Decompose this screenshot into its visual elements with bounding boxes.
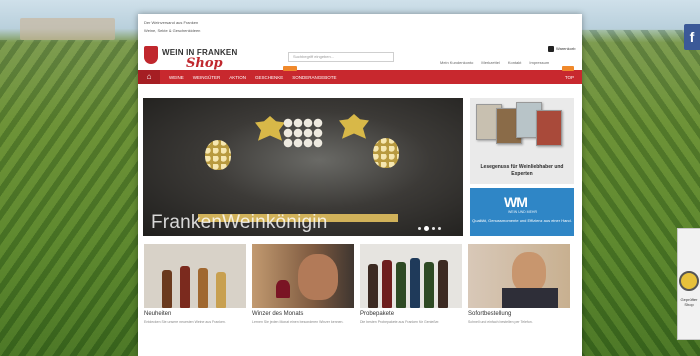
- trust-seal-widget[interactable]: Geprüfter Shop: [677, 228, 700, 340]
- tile-desc: Die besten Probepakete aus Franken für G…: [360, 320, 440, 324]
- tile-news[interactable]: [144, 244, 246, 308]
- grape-cluster: [373, 138, 399, 168]
- tile-title[interactable]: Sofortbestellung: [468, 311, 511, 317]
- nav-item-gifts[interactable]: GESCHENKE: [255, 75, 283, 80]
- wine-glass: [276, 280, 290, 298]
- nav-item-offers[interactable]: SONDERANGEBOTE: [292, 75, 336, 80]
- wine-bottle: [180, 266, 190, 308]
- tile-title[interactable]: Neuheiten: [144, 311, 171, 317]
- nav-badge-right: [562, 66, 574, 71]
- vineyard-left: [0, 40, 140, 356]
- cart-icon[interactable]: [548, 46, 554, 52]
- link-account[interactable]: Mein Kundenkonto: [440, 60, 473, 65]
- slider-dot[interactable]: [418, 227, 421, 230]
- tile-title[interactable]: Probepakete: [360, 311, 394, 317]
- crest-icon: [144, 46, 158, 64]
- wine-bottle: [396, 262, 406, 308]
- wine-bottle: [438, 260, 448, 308]
- magazine-caption: Lesegenuss für Weinliebhaber und Experte…: [480, 164, 564, 177]
- wm-text: Qualität, Genussmomente und Effizienz au…: [472, 218, 572, 223]
- slider-dot[interactable]: [438, 227, 441, 230]
- magazine-cover: [536, 110, 562, 146]
- wm-ad[interactable]: WM WEIN UND MEHR Qualität, Genussmomente…: [470, 188, 574, 236]
- winemaker-photo: [298, 254, 338, 300]
- cart-label[interactable]: Warenkorb: [556, 46, 575, 51]
- wine-bottle: [216, 272, 226, 308]
- wine-bottle: [424, 262, 434, 308]
- slider-dot-active[interactable]: [424, 226, 429, 231]
- top-tagline: Der Weinversand aus Franken: [144, 20, 199, 25]
- tile-title[interactable]: Winzer des Monats: [252, 311, 303, 317]
- link-imprint[interactable]: Impressum: [529, 60, 549, 65]
- facebook-icon[interactable]: f: [684, 24, 700, 50]
- nav-badge: [283, 66, 297, 71]
- logo-script: Shop: [186, 56, 223, 71]
- nav-item-wineries[interactable]: WEINGÜTER: [193, 75, 221, 80]
- search-input[interactable]: Suchbegriff eingeben...: [288, 52, 394, 62]
- magazine-ad[interactable]: Lesegenuss für Weinliebhaber und Experte…: [470, 98, 574, 184]
- top-subtagline: Weine, Sekte & Geschenkideen: [144, 28, 201, 33]
- tile-desc: Entdecken Sie unsere neuesten Weine aus …: [144, 320, 226, 324]
- wine-bottle: [198, 268, 208, 308]
- wm-logo: WM: [504, 194, 528, 210]
- wine-bottle: [410, 258, 420, 308]
- wine-bottle: [382, 260, 392, 308]
- customer-suit: [502, 288, 558, 308]
- home-icon[interactable]: ⌂: [138, 70, 160, 84]
- slider-dots[interactable]: [418, 226, 441, 231]
- nav-item-wines[interactable]: WEINE: [169, 75, 184, 80]
- nav-item-top[interactable]: TOP: [565, 75, 574, 80]
- wm-subtitle: WEIN UND MEHR: [508, 210, 537, 214]
- seal-icon: [679, 271, 699, 291]
- shop-page: Der Weinversand aus Franken Weine, Sekte…: [138, 14, 582, 356]
- tile-sample-packs[interactable]: [360, 244, 462, 308]
- link-wishlist[interactable]: Merkzettel: [481, 60, 499, 65]
- main-nav: ⌂ WEINE WEINGÜTER AKTION GESCHENKE SONDE…: [138, 66, 582, 84]
- nav-item-promo[interactable]: AKTION: [229, 75, 246, 80]
- slider-dot[interactable]: [432, 227, 435, 230]
- tile-desc: Schnell und einfach bestellen per Telefo…: [468, 320, 533, 324]
- tile-quick-order[interactable]: [468, 244, 570, 308]
- hero-slider[interactable]: FrankenWeinkönigin: [143, 98, 463, 236]
- tile-desc: Lernen Sie jeden Monat einen besonderen …: [252, 320, 344, 324]
- wine-bottle: [162, 270, 172, 308]
- link-contact[interactable]: Kontakt: [508, 60, 522, 65]
- hero-caption: FrankenWeinkönigin: [151, 212, 328, 233]
- customer-photo: [512, 252, 546, 292]
- pearls: [283, 118, 323, 148]
- account-links: Mein Kundenkonto Merkzettel Kontakt Impr…: [440, 60, 549, 65]
- village-backdrop: [20, 18, 115, 40]
- grape-cluster: [205, 140, 231, 170]
- wine-bottle: [368, 264, 378, 308]
- trust-label: Geprüfter Shop: [680, 297, 698, 307]
- tile-winemaker[interactable]: [252, 244, 354, 308]
